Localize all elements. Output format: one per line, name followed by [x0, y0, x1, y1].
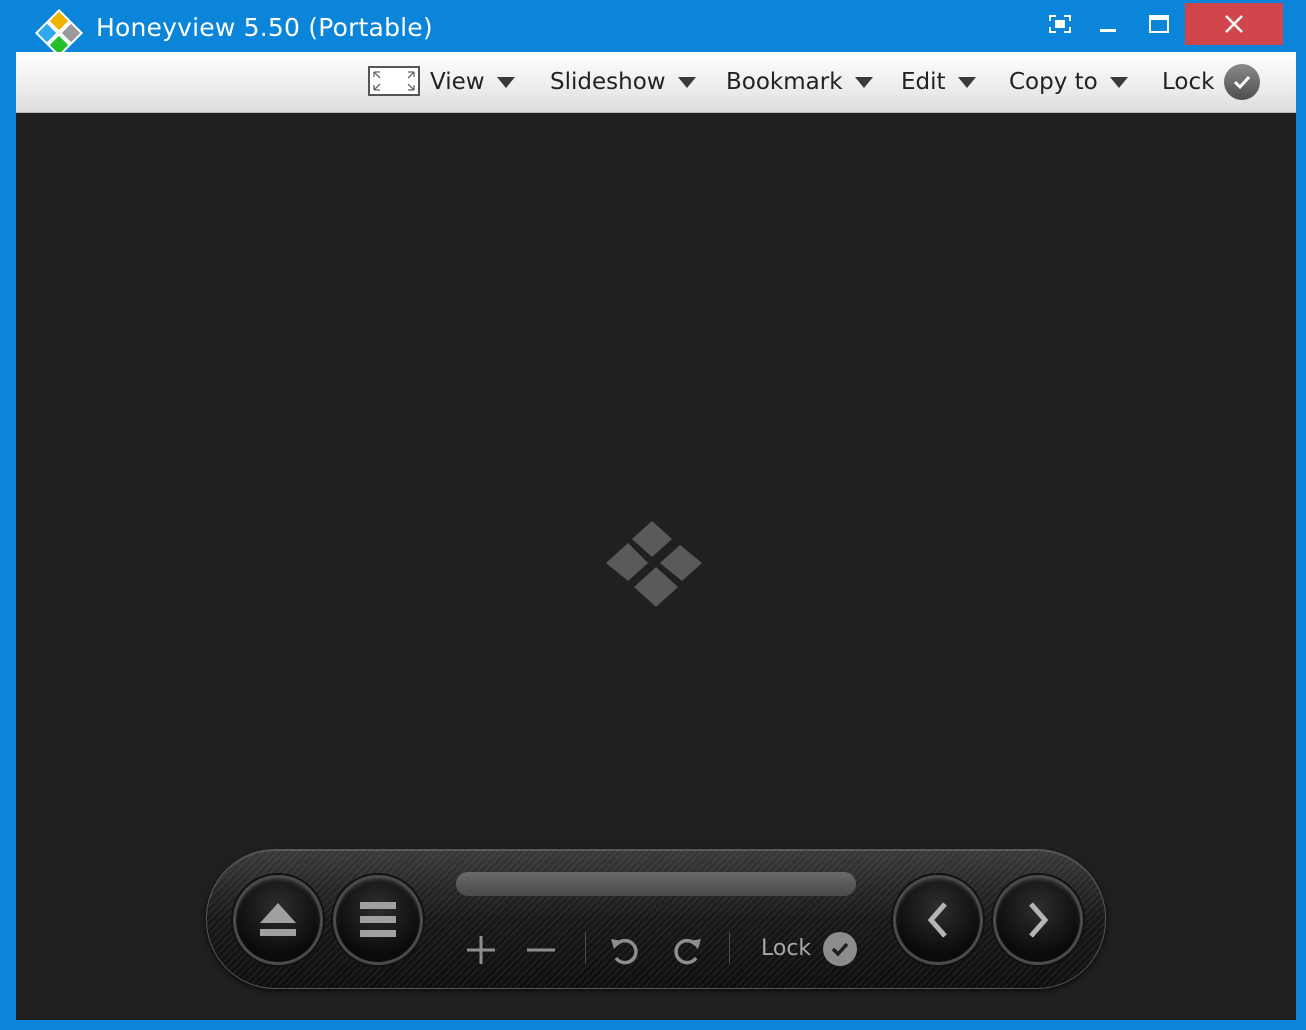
- next-button[interactable]: [993, 875, 1083, 965]
- fullscreen-icon: [1049, 15, 1071, 33]
- chevron-down-icon: [957, 76, 976, 88]
- app-logo-icon: [34, 8, 84, 58]
- menu-bookmark[interactable]: Bookmark: [726, 65, 873, 99]
- divider: [585, 932, 586, 964]
- menu-view-label: View: [430, 69, 485, 95]
- maximize-button[interactable]: [1136, 3, 1182, 45]
- menu-view[interactable]: View: [430, 65, 515, 99]
- maximize-icon: [1149, 15, 1169, 33]
- minimize-icon: [1100, 29, 1116, 32]
- menu-slideshow-label: Slideshow: [550, 69, 666, 95]
- rotate-left-button[interactable]: [605, 930, 645, 970]
- progress-slider[interactable]: [456, 872, 856, 896]
- eject-icon: [260, 903, 296, 936]
- app-window: Honeyview 5.50 (Portable) View Slideshow…: [0, 0, 1306, 1030]
- chevron-down-icon: [496, 76, 515, 88]
- image-viewer-area[interactable]: Lock: [16, 113, 1296, 1020]
- menu-slideshow[interactable]: Slideshow: [550, 65, 696, 99]
- lock-check-icon[interactable]: [823, 932, 857, 966]
- menu-edit-label: Edit: [901, 69, 946, 95]
- menu-edit[interactable]: Edit: [901, 65, 976, 99]
- zoom-in-button[interactable]: [461, 930, 501, 970]
- menu-lock[interactable]: Lock: [1162, 63, 1261, 101]
- menu-copy-to[interactable]: Copy to: [1009, 65, 1128, 99]
- next-icon: [1029, 902, 1049, 938]
- window-title: Honeyview 5.50 (Portable): [96, 13, 433, 42]
- close-icon: [1225, 15, 1243, 33]
- previous-button[interactable]: [893, 875, 983, 965]
- divider: [729, 932, 730, 964]
- previous-icon: [927, 902, 947, 938]
- rotate-right-icon: [674, 938, 701, 965]
- honeyview-diamond-logo-icon: [606, 521, 702, 607]
- fit-to-window-icon[interactable]: [368, 66, 420, 96]
- menu-copy-to-label: Copy to: [1009, 69, 1098, 95]
- control-lock-label[interactable]: Lock: [761, 934, 811, 964]
- chevron-down-icon: [1109, 76, 1128, 88]
- menu-bar: View Slideshow Bookmark Edit Copy to Loc…: [16, 52, 1296, 113]
- menu-lock-label: Lock: [1162, 69, 1215, 95]
- minimize-button[interactable]: [1086, 3, 1130, 45]
- chevron-down-icon: [677, 76, 696, 88]
- close-button[interactable]: [1185, 3, 1283, 45]
- zoom-out-button[interactable]: [521, 930, 561, 970]
- control-bar: Lock: [206, 849, 1106, 989]
- zoom-out-icon: [527, 948, 555, 952]
- menu-bookmark-label: Bookmark: [726, 69, 843, 95]
- rotate-left-icon: [611, 938, 638, 965]
- menu-icon: [360, 902, 396, 937]
- rotate-right-button[interactable]: [667, 930, 707, 970]
- fullscreen-button[interactable]: [1038, 3, 1082, 45]
- menu-button[interactable]: [333, 875, 423, 965]
- eject-button[interactable]: [233, 875, 323, 965]
- zoom-in-icon: [467, 936, 495, 964]
- chevron-down-icon: [854, 76, 873, 88]
- lock-check-icon: [1224, 64, 1261, 100]
- title-bar[interactable]: Honeyview 5.50 (Portable): [0, 0, 1306, 58]
